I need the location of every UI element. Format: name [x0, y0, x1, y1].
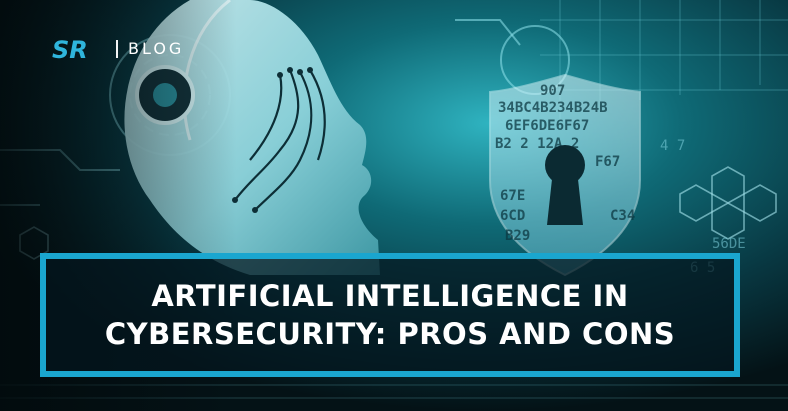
brand-divider [116, 40, 118, 58]
blog-hero-image: 4 7 56DE 6 5 [0, 0, 788, 411]
headline: ARTIFICIAL INTELLIGENCE IN CYBERSECURITY… [105, 277, 675, 353]
headline-frame: ARTIFICIAL INTELLIGENCE IN CYBERSECURITY… [40, 253, 740, 377]
blog-label: BLOG [128, 39, 185, 58]
headline-line-1: ARTIFICIAL INTELLIGENCE IN [151, 279, 629, 313]
sr-logo: SR [52, 36, 88, 64]
blog-brand: SR BLOG [52, 34, 184, 64]
svg-text:SR: SR [52, 36, 88, 64]
headline-line-2: CYBERSECURITY: PROS AND CONS [104, 317, 676, 351]
